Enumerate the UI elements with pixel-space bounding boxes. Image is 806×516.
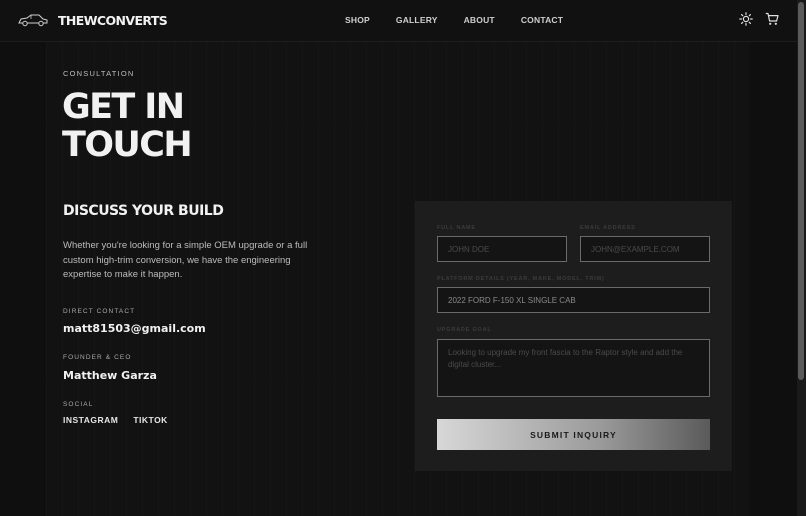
nav-item-shop[interactable]: SHOP [345,15,370,25]
upgrade-goal-label: UPGRADE GOAL [437,327,492,333]
scrollbar[interactable] [797,0,806,516]
main-nav: SHOP GALLERY ABOUT CONTACT [345,15,589,25]
contact-email[interactable]: matt81503@gmail.com [63,322,206,335]
nav-item-contact[interactable]: CONTACT [521,15,563,25]
social-links: INSTAGRAM TIKTOK [63,415,183,425]
direct-contact-label: DIRECT CONTACT [63,308,136,315]
full-name-input[interactable] [437,236,567,262]
upgrade-goal-textarea[interactable] [437,339,710,397]
full-name-label: FULL NAME [437,225,476,231]
cart-icon[interactable] [765,12,779,26]
car-icon [18,14,48,27]
page: THEWCONVERTS SHOP GALLERY ABOUT CONTACT … [0,0,806,516]
social-label: SOCIAL [63,401,94,408]
inquiry-form: FULL NAME EMAIL ADDRESS PLATFORM DETAILS… [415,201,732,471]
founder-label: FOUNDER & CEO [63,354,132,361]
instagram-link[interactable]: INSTAGRAM [63,415,118,425]
info-description: Whether you're looking for a simple OEM … [63,240,308,280]
email-input[interactable] [580,236,710,262]
submit-inquiry-button[interactable]: SUBMIT INQUIRY [437,419,710,450]
site-header: THEWCONVERTS SHOP GALLERY ABOUT CONTACT [0,0,797,42]
page-title-line-1: GET IN [62,87,185,127]
info-heading: DISCUSS YOUR BUILD [63,203,224,219]
platform-label: PLATFORM DETAILS (YEAR, MAKE, MODEL, TRI… [437,276,605,282]
email-label: EMAIL ADDRESS [580,225,636,231]
scrollbar-thumb[interactable] [798,2,804,380]
nav-item-about[interactable]: ABOUT [464,15,495,25]
page-title: GET IN TOUCH [62,88,362,164]
platform-input[interactable] [437,287,710,313]
nav-item-gallery[interactable]: GALLERY [396,15,438,25]
page-title-line-2: TOUCH [62,125,193,165]
sun-icon[interactable] [739,12,753,26]
brand-name: THEWCONVERTS [58,12,168,28]
brand-logo[interactable]: THEWCONVERTS [17,12,168,28]
founder-name: Matthew Garza [63,369,157,382]
tiktok-link[interactable]: TIKTOK [133,415,167,425]
section-eyebrow: CONSULTATION [63,69,135,78]
